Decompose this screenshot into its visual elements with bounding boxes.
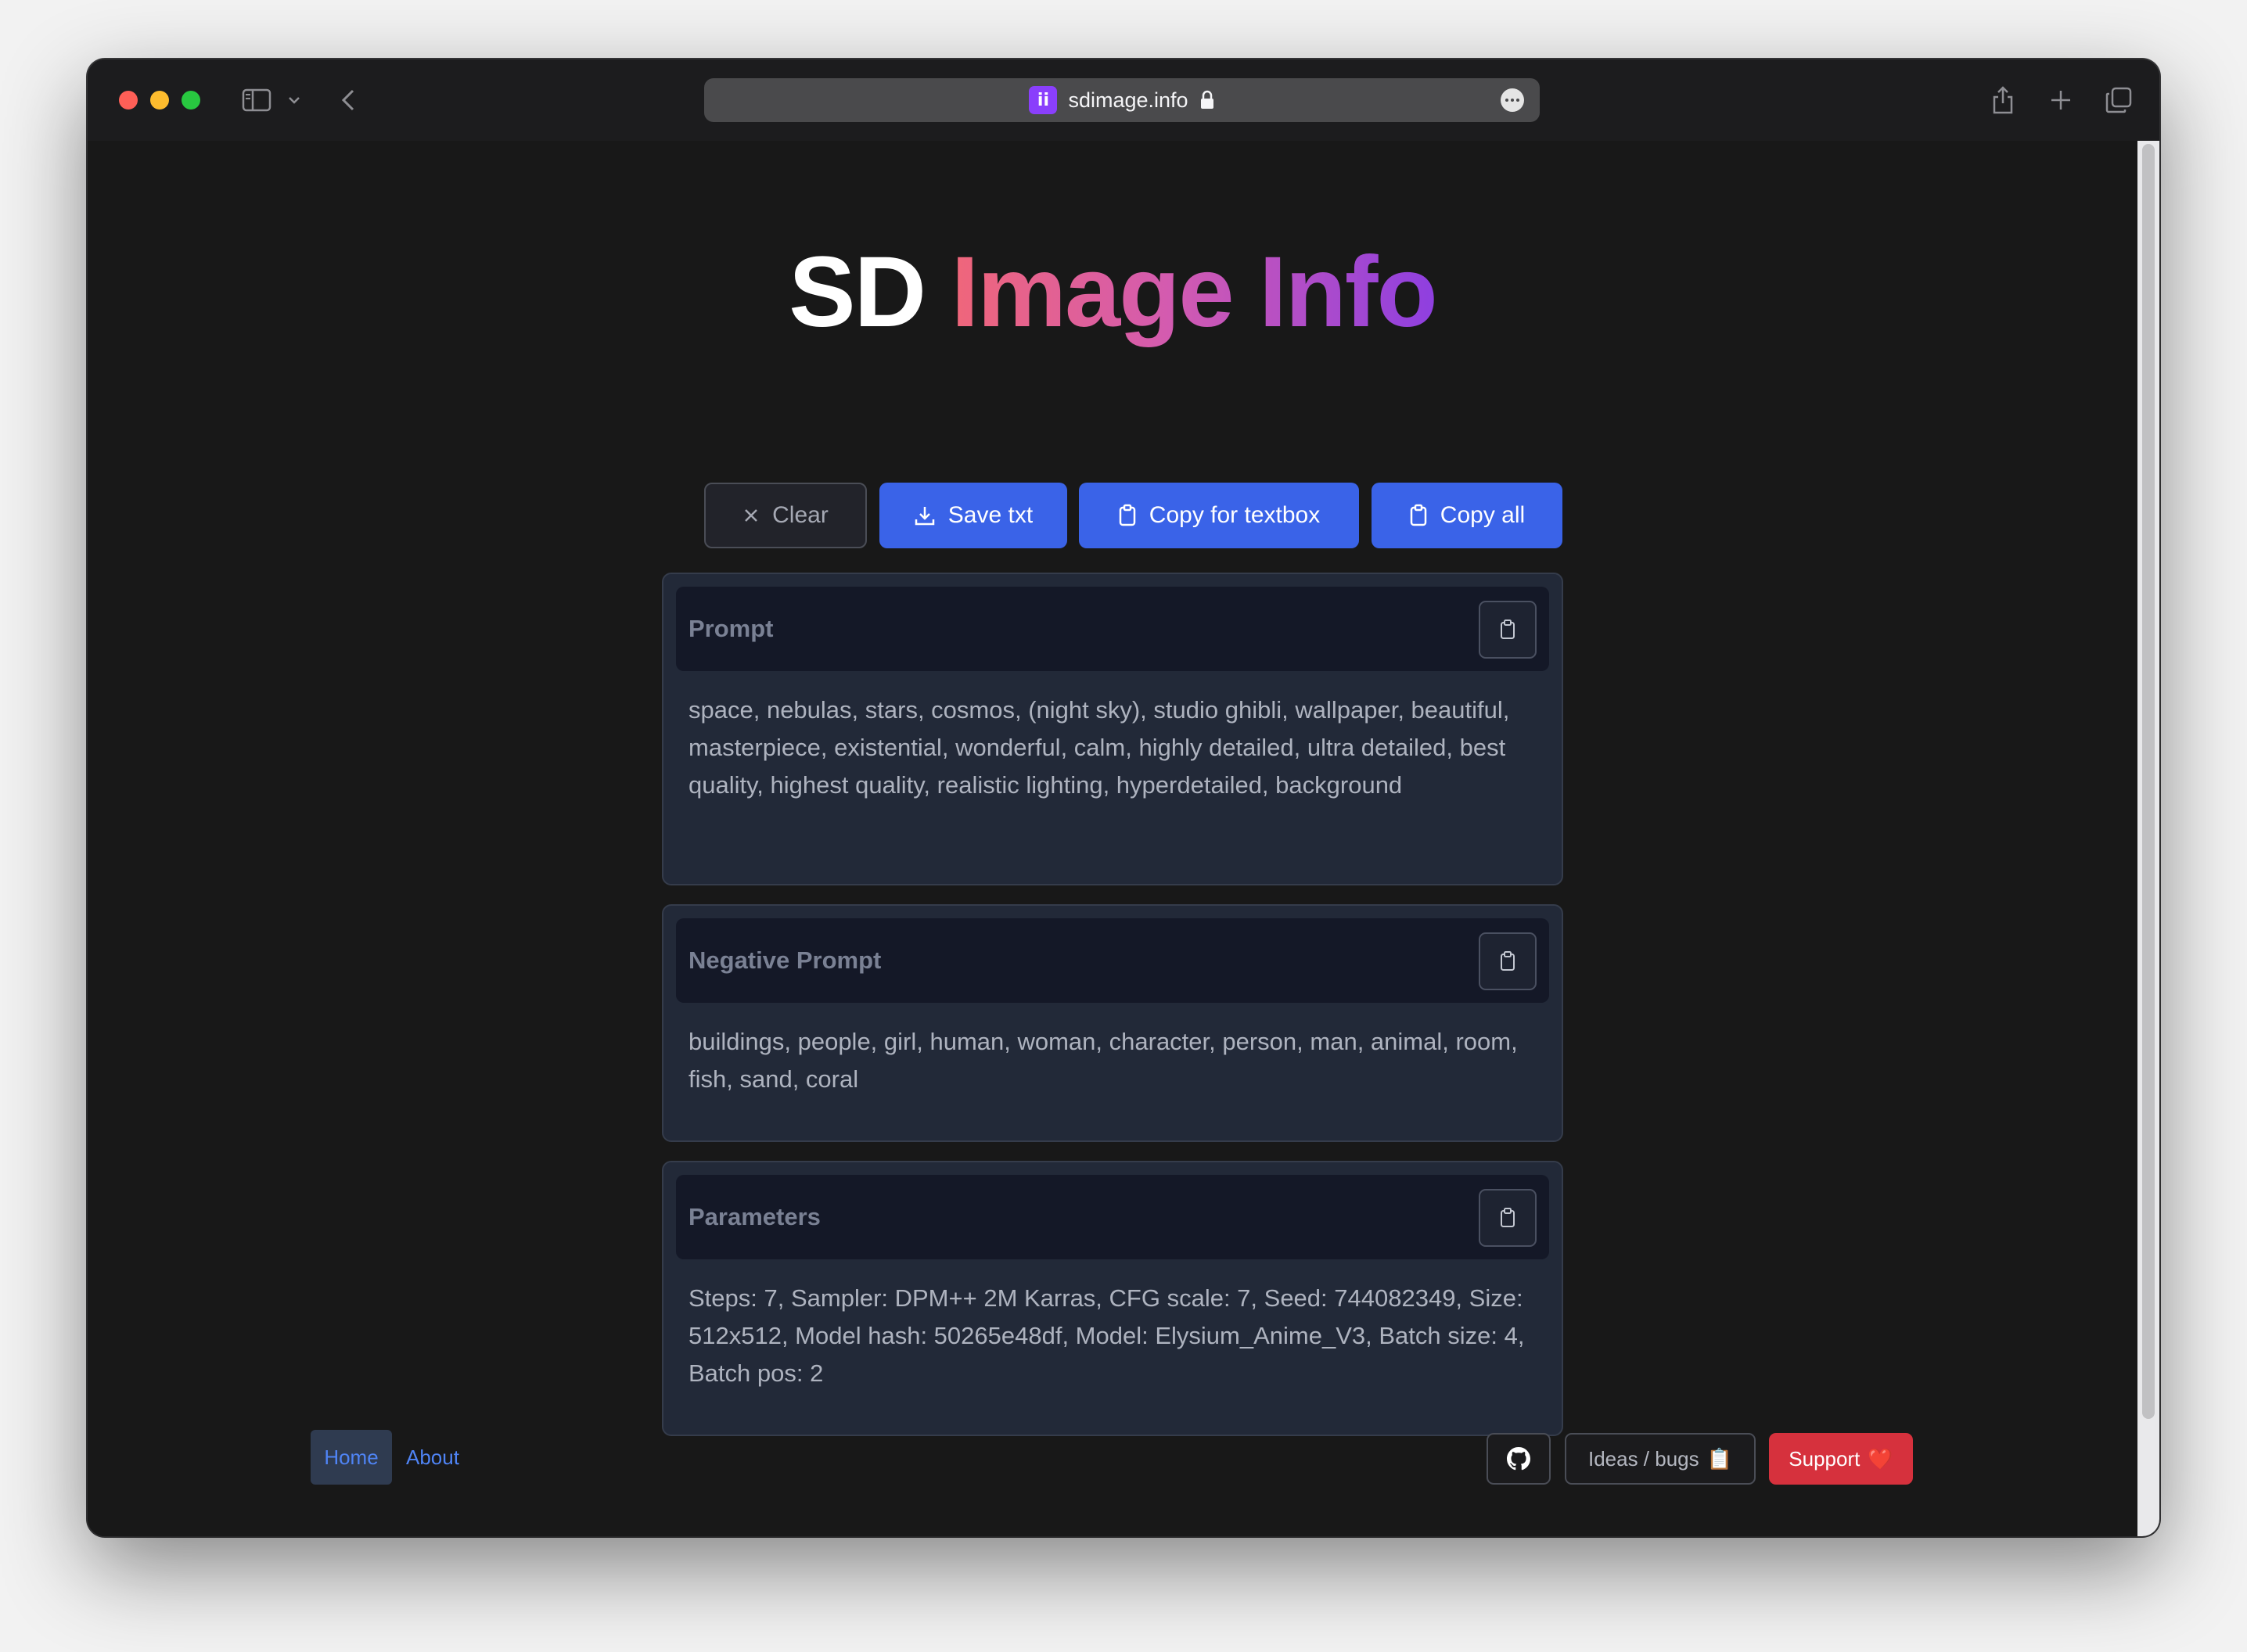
minimize-window-button[interactable] [150, 91, 169, 110]
nav-home-link[interactable]: Home [311, 1430, 392, 1485]
back-arrow-icon[interactable] [336, 83, 360, 117]
zoom-window-button[interactable] [182, 91, 200, 110]
copy-negative-prompt-button[interactable] [1479, 932, 1537, 990]
tab-overview-icon[interactable] [2101, 83, 2136, 117]
clipboard-icon [1501, 1208, 1515, 1227]
chevron-down-icon[interactable] [285, 83, 304, 117]
copy-for-textbox-button[interactable]: Copy for textbox [1079, 483, 1359, 548]
parameters-card-header: Parameters [676, 1175, 1549, 1259]
negative-prompt-card-title: Negative Prompt [688, 946, 882, 974]
url-text: sdimage.info [1068, 88, 1188, 112]
share-icon[interactable] [1987, 83, 2019, 117]
prompt-text: space, nebulas, stars, cosmos, (night sk… [688, 696, 1510, 799]
copy-parameters-button[interactable] [1479, 1189, 1537, 1247]
prompt-card-header: Prompt [676, 587, 1549, 671]
nav-about-link[interactable]: About [406, 1430, 459, 1485]
ideas-bugs-label: Ideas / bugs [1587, 1446, 1699, 1471]
support-button[interactable]: Support ❤️ [1769, 1433, 1913, 1485]
clipboard-icon [1119, 504, 1136, 526]
negative-prompt-card-header: Negative Prompt [676, 918, 1549, 1003]
page-scrollbar[interactable] [2137, 141, 2159, 1536]
prompt-card: Prompt space, nebulas, stars, cosmos, (n… [662, 573, 1563, 885]
scrollbar-thumb[interactable] [2142, 144, 2155, 1419]
clear-button[interactable]: Clear [704, 483, 867, 548]
heart-emoji-icon: ❤️ [1868, 1446, 1893, 1471]
parameters-card-title: Parameters [688, 1203, 821, 1230]
download-icon [915, 507, 935, 526]
close-window-button[interactable] [119, 91, 138, 110]
site-title-prefix: SD [789, 236, 926, 348]
parameters-text: Steps: 7, Sampler: DPM++ 2M Karras, CFG … [688, 1284, 1525, 1387]
close-icon [745, 509, 758, 522]
github-icon [1507, 1447, 1530, 1471]
clipboard-emoji-icon: 📋 [1706, 1446, 1733, 1471]
clipboard-icon [1501, 620, 1515, 639]
browser-titlebar: ii sdimage.info [88, 59, 2159, 141]
ideas-bugs-button[interactable]: Ideas / bugs 📋 [1565, 1433, 1756, 1485]
negative-prompt-text: buildings, people, girl, human, woman, c… [688, 1028, 1518, 1093]
sidebar-toggle-icon[interactable] [239, 83, 274, 117]
site-favicon-icon: ii [1029, 86, 1058, 114]
lock-icon [1199, 90, 1215, 110]
prompt-card-title: Prompt [688, 615, 774, 642]
support-label: Support [1789, 1446, 1861, 1471]
new-tab-icon[interactable] [2045, 83, 2076, 117]
save-txt-button[interactable]: Save txt [879, 483, 1067, 548]
copy-prompt-button[interactable] [1479, 601, 1537, 659]
clipboard-icon [1501, 951, 1515, 971]
clear-button-label: Clear [772, 502, 829, 528]
copy-all-label: Copy all [1440, 502, 1526, 528]
browser-window: ii sdimage.info SD Image Info Clear Save… [88, 59, 2159, 1536]
github-button[interactable] [1487, 1433, 1551, 1485]
address-bar[interactable]: ii sdimage.info [704, 78, 1540, 122]
negative-prompt-card: Negative Prompt buildings, people, girl,… [662, 904, 1563, 1142]
page-menu-icon[interactable] [1501, 88, 1524, 112]
parameters-card: Parameters Steps: 7, Sampler: DPM++ 2M K… [662, 1161, 1563, 1436]
site-title-highlight: Image Info [951, 236, 1438, 348]
save-txt-label: Save txt [947, 502, 1034, 528]
site-title: SD Image Info [88, 235, 2137, 350]
clipboard-icon [1410, 504, 1427, 526]
copy-for-textbox-label: Copy for textbox [1149, 502, 1321, 528]
copy-all-button[interactable]: Copy all [1372, 483, 1562, 548]
